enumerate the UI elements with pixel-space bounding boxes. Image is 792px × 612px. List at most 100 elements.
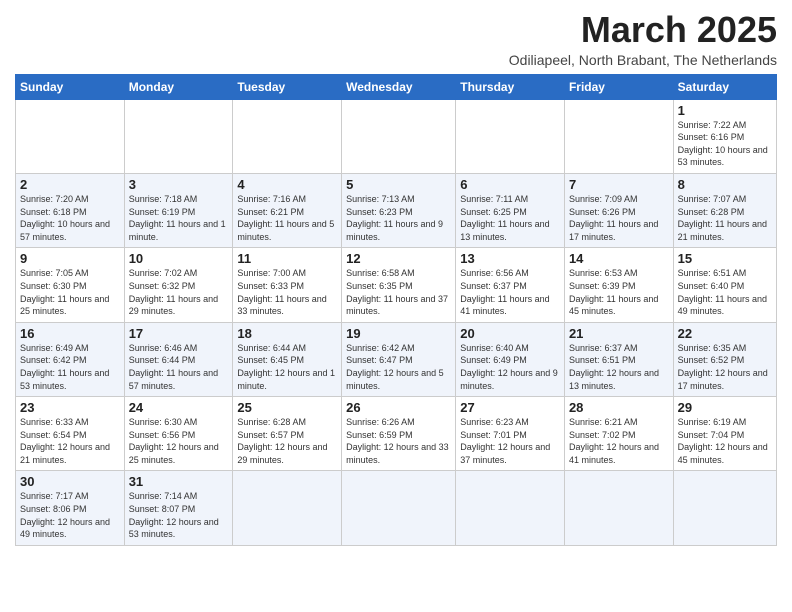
day-number: 24 [129,400,229,415]
table-row [342,99,456,173]
col-saturday: Saturday [673,74,776,99]
day-info: Sunrise: 6:37 AMSunset: 6:51 PMDaylight:… [569,342,669,392]
table-row: 2Sunrise: 7:20 AMSunset: 6:18 PMDaylight… [16,173,125,247]
calendar-week-row: 16Sunrise: 6:49 AMSunset: 6:42 PMDayligh… [16,322,777,396]
day-info: Sunrise: 6:53 AMSunset: 6:39 PMDaylight:… [569,267,669,317]
table-row: 8Sunrise: 7:07 AMSunset: 6:28 PMDaylight… [673,173,776,247]
day-number: 20 [460,326,560,341]
table-row: 7Sunrise: 7:09 AMSunset: 6:26 PMDaylight… [564,173,673,247]
day-info: Sunrise: 7:00 AMSunset: 6:33 PMDaylight:… [237,267,337,317]
day-number: 17 [129,326,229,341]
table-row: 10Sunrise: 7:02 AMSunset: 6:32 PMDayligh… [124,248,233,322]
table-row: 3Sunrise: 7:18 AMSunset: 6:19 PMDaylight… [124,173,233,247]
table-row [16,99,125,173]
day-number: 29 [678,400,772,415]
day-info: Sunrise: 6:46 AMSunset: 6:44 PMDaylight:… [129,342,229,392]
day-number: 7 [569,177,669,192]
table-row [233,99,342,173]
table-row: 5Sunrise: 7:13 AMSunset: 6:23 PMDaylight… [342,173,456,247]
day-number: 28 [569,400,669,415]
day-info: Sunrise: 7:05 AMSunset: 6:30 PMDaylight:… [20,267,120,317]
day-number: 25 [237,400,337,415]
day-number: 30 [20,474,120,489]
day-number: 15 [678,251,772,266]
table-row [564,471,673,545]
table-row: 24Sunrise: 6:30 AMSunset: 6:56 PMDayligh… [124,397,233,471]
day-info: Sunrise: 6:26 AMSunset: 6:59 PMDaylight:… [346,416,451,466]
table-row: 23Sunrise: 6:33 AMSunset: 6:54 PMDayligh… [16,397,125,471]
table-row [456,471,565,545]
table-row: 26Sunrise: 6:26 AMSunset: 6:59 PMDayligh… [342,397,456,471]
day-info: Sunrise: 7:17 AMSunset: 8:06 PMDaylight:… [20,490,120,540]
title-area: March 2025 Odiliapeel, North Brabant, Th… [509,10,777,68]
day-number: 4 [237,177,337,192]
day-number: 16 [20,326,120,341]
table-row: 28Sunrise: 6:21 AMSunset: 7:02 PMDayligh… [564,397,673,471]
table-row [342,471,456,545]
calendar-week-row: 9Sunrise: 7:05 AMSunset: 6:30 PMDaylight… [16,248,777,322]
table-row: 18Sunrise: 6:44 AMSunset: 6:45 PMDayligh… [233,322,342,396]
table-row: 21Sunrise: 6:37 AMSunset: 6:51 PMDayligh… [564,322,673,396]
day-info: Sunrise: 6:30 AMSunset: 6:56 PMDaylight:… [129,416,229,466]
table-row: 9Sunrise: 7:05 AMSunset: 6:30 PMDaylight… [16,248,125,322]
calendar-week-row: 30Sunrise: 7:17 AMSunset: 8:06 PMDayligh… [16,471,777,545]
calendar-week-row: 2Sunrise: 7:20 AMSunset: 6:18 PMDaylight… [16,173,777,247]
month-title: March 2025 [509,10,777,50]
day-info: Sunrise: 6:33 AMSunset: 6:54 PMDaylight:… [20,416,120,466]
col-wednesday: Wednesday [342,74,456,99]
day-number: 22 [678,326,772,341]
day-number: 27 [460,400,560,415]
col-sunday: Sunday [16,74,125,99]
table-row [673,471,776,545]
day-info: Sunrise: 7:14 AMSunset: 8:07 PMDaylight:… [129,490,229,540]
table-row: 11Sunrise: 7:00 AMSunset: 6:33 PMDayligh… [233,248,342,322]
day-info: Sunrise: 7:09 AMSunset: 6:26 PMDaylight:… [569,193,669,243]
col-tuesday: Tuesday [233,74,342,99]
day-number: 19 [346,326,451,341]
table-row: 12Sunrise: 6:58 AMSunset: 6:35 PMDayligh… [342,248,456,322]
day-number: 1 [678,103,772,118]
day-number: 13 [460,251,560,266]
table-row: 4Sunrise: 7:16 AMSunset: 6:21 PMDaylight… [233,173,342,247]
table-row: 29Sunrise: 6:19 AMSunset: 7:04 PMDayligh… [673,397,776,471]
table-row: 30Sunrise: 7:17 AMSunset: 8:06 PMDayligh… [16,471,125,545]
day-info: Sunrise: 7:16 AMSunset: 6:21 PMDaylight:… [237,193,337,243]
page-header: General Blue March 2025 Odiliapeel, Nort… [15,10,777,68]
table-row: 25Sunrise: 6:28 AMSunset: 6:57 PMDayligh… [233,397,342,471]
table-row: 6Sunrise: 7:11 AMSunset: 6:25 PMDaylight… [456,173,565,247]
table-row: 16Sunrise: 6:49 AMSunset: 6:42 PMDayligh… [16,322,125,396]
table-row [124,99,233,173]
day-number: 8 [678,177,772,192]
day-number: 18 [237,326,337,341]
col-monday: Monday [124,74,233,99]
col-thursday: Thursday [456,74,565,99]
day-number: 3 [129,177,229,192]
day-info: Sunrise: 7:22 AMSunset: 6:16 PMDaylight:… [678,119,772,169]
table-row: 15Sunrise: 6:51 AMSunset: 6:40 PMDayligh… [673,248,776,322]
calendar-week-row: 1Sunrise: 7:22 AMSunset: 6:16 PMDaylight… [16,99,777,173]
day-info: Sunrise: 6:56 AMSunset: 6:37 PMDaylight:… [460,267,560,317]
calendar-header-row: Sunday Monday Tuesday Wednesday Thursday… [16,74,777,99]
day-info: Sunrise: 6:23 AMSunset: 7:01 PMDaylight:… [460,416,560,466]
day-info: Sunrise: 7:20 AMSunset: 6:18 PMDaylight:… [20,193,120,243]
calendar-week-row: 23Sunrise: 6:33 AMSunset: 6:54 PMDayligh… [16,397,777,471]
day-number: 9 [20,251,120,266]
day-number: 14 [569,251,669,266]
day-number: 23 [20,400,120,415]
day-info: Sunrise: 6:35 AMSunset: 6:52 PMDaylight:… [678,342,772,392]
table-row [564,99,673,173]
table-row: 17Sunrise: 6:46 AMSunset: 6:44 PMDayligh… [124,322,233,396]
day-info: Sunrise: 7:02 AMSunset: 6:32 PMDaylight:… [129,267,229,317]
table-row: 27Sunrise: 6:23 AMSunset: 7:01 PMDayligh… [456,397,565,471]
day-info: Sunrise: 6:51 AMSunset: 6:40 PMDaylight:… [678,267,772,317]
day-number: 26 [346,400,451,415]
day-number: 2 [20,177,120,192]
table-row: 13Sunrise: 6:56 AMSunset: 6:37 PMDayligh… [456,248,565,322]
table-row: 31Sunrise: 7:14 AMSunset: 8:07 PMDayligh… [124,471,233,545]
day-info: Sunrise: 6:21 AMSunset: 7:02 PMDaylight:… [569,416,669,466]
day-info: Sunrise: 7:18 AMSunset: 6:19 PMDaylight:… [129,193,229,243]
day-number: 10 [129,251,229,266]
day-info: Sunrise: 6:19 AMSunset: 7:04 PMDaylight:… [678,416,772,466]
table-row: 22Sunrise: 6:35 AMSunset: 6:52 PMDayligh… [673,322,776,396]
table-row: 19Sunrise: 6:42 AMSunset: 6:47 PMDayligh… [342,322,456,396]
